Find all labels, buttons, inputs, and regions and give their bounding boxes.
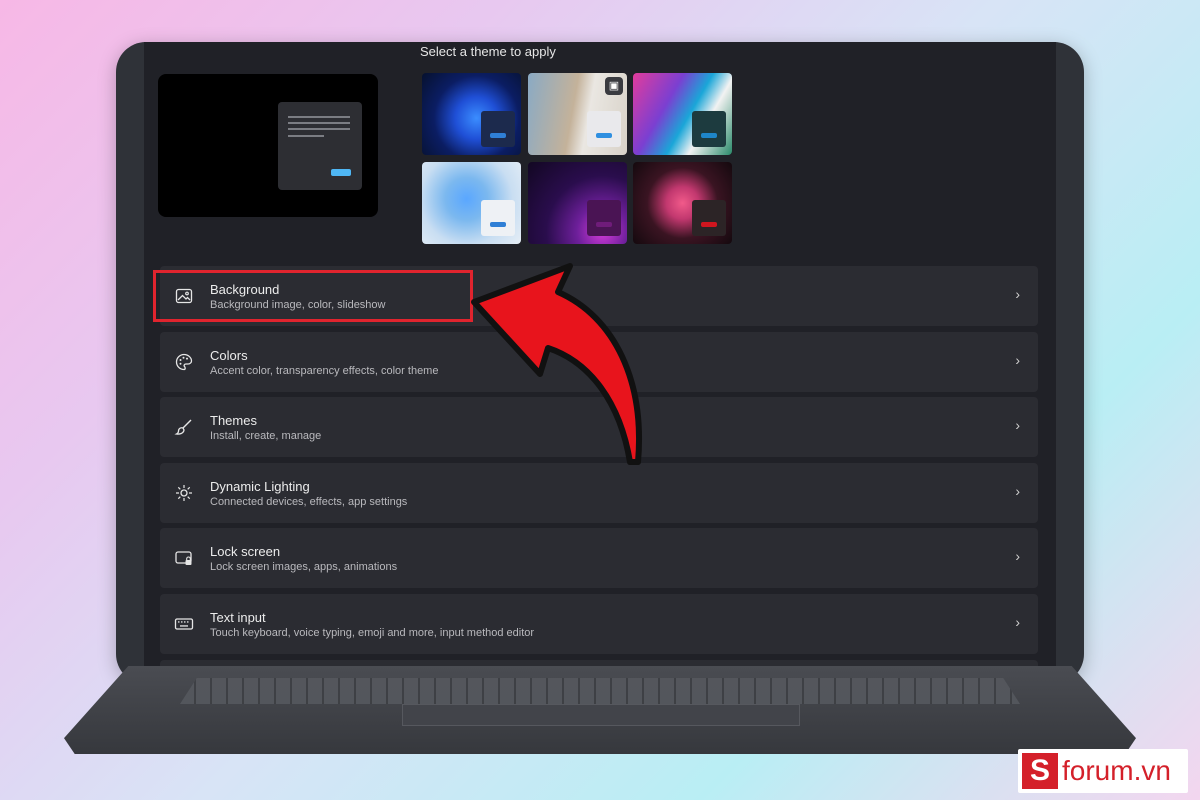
theme-thumbnail-4[interactable] <box>422 162 521 244</box>
settings-row-text-input[interactable]: Text input Touch keyboard, voice typing,… <box>160 594 1038 654</box>
theme-thumbnail-2[interactable]: ▣ <box>528 73 627 155</box>
chevron-right-icon: › <box>1015 417 1020 433</box>
brush-icon <box>174 419 192 435</box>
chevron-right-icon: › <box>1015 548 1020 564</box>
theme-mini-window <box>481 200 515 236</box>
brand-text: forum.vn <box>1062 755 1171 786</box>
theme-section-title: Select a theme to apply <box>420 44 556 59</box>
gallery-icon: ▣ <box>605 77 623 95</box>
curved-arrow-icon <box>471 263 642 465</box>
theme-mini-window <box>692 111 726 147</box>
theme-thumbnail-3[interactable] <box>633 73 732 155</box>
chevron-right-icon: › <box>1015 483 1020 499</box>
theme-thumbnail-5[interactable] <box>528 162 627 244</box>
row-description: Touch keyboard, voice typing, emoji and … <box>210 627 535 639</box>
chevron-right-icon: › <box>1015 614 1020 630</box>
preview-button <box>331 169 351 176</box>
row-label: Themes <box>210 413 257 428</box>
preview-window <box>278 102 362 190</box>
lock-screen-icon <box>175 551 192 565</box>
sforum-logo: S forum.vn <box>1018 749 1188 793</box>
laptop-keyboard <box>180 678 1020 704</box>
settings-row-dynamic-lighting[interactable]: Dynamic Lighting Connected devices, effe… <box>160 463 1038 523</box>
row-description: Accent color, transparency effects, colo… <box>210 365 439 377</box>
row-label: Lock screen <box>210 544 281 559</box>
chevron-right-icon: › <box>1015 352 1020 368</box>
keyboard-icon <box>174 618 194 630</box>
row-label: Text input <box>210 610 266 625</box>
theme-mini-window <box>587 200 621 236</box>
brand-mark: S <box>1022 753 1058 789</box>
chevron-right-icon: › <box>1015 286 1020 302</box>
theme-thumbnail-6[interactable] <box>633 162 732 244</box>
background-highlight-box <box>153 270 473 322</box>
row-label: Colors <box>210 348 248 363</box>
theme-mini-window <box>481 111 515 147</box>
theme-preview <box>158 74 378 217</box>
theme-mini-window <box>587 111 621 147</box>
row-label: Dynamic Lighting <box>210 479 310 494</box>
lighting-icon <box>176 485 192 501</box>
row-description: Install, create, manage <box>210 430 322 442</box>
theme-mini-window <box>692 200 726 236</box>
palette-icon <box>175 353 193 371</box>
laptop-touchpad <box>402 704 800 726</box>
row-description: Lock screen images, apps, animations <box>210 561 398 573</box>
row-description: Connected devices, effects, app settings <box>210 496 408 508</box>
settings-row-partial[interactable] <box>160 660 1038 666</box>
settings-row-lock-screen[interactable]: Lock screen Lock screen images, apps, an… <box>160 528 1038 588</box>
theme-thumbnail-1[interactable] <box>422 73 521 155</box>
